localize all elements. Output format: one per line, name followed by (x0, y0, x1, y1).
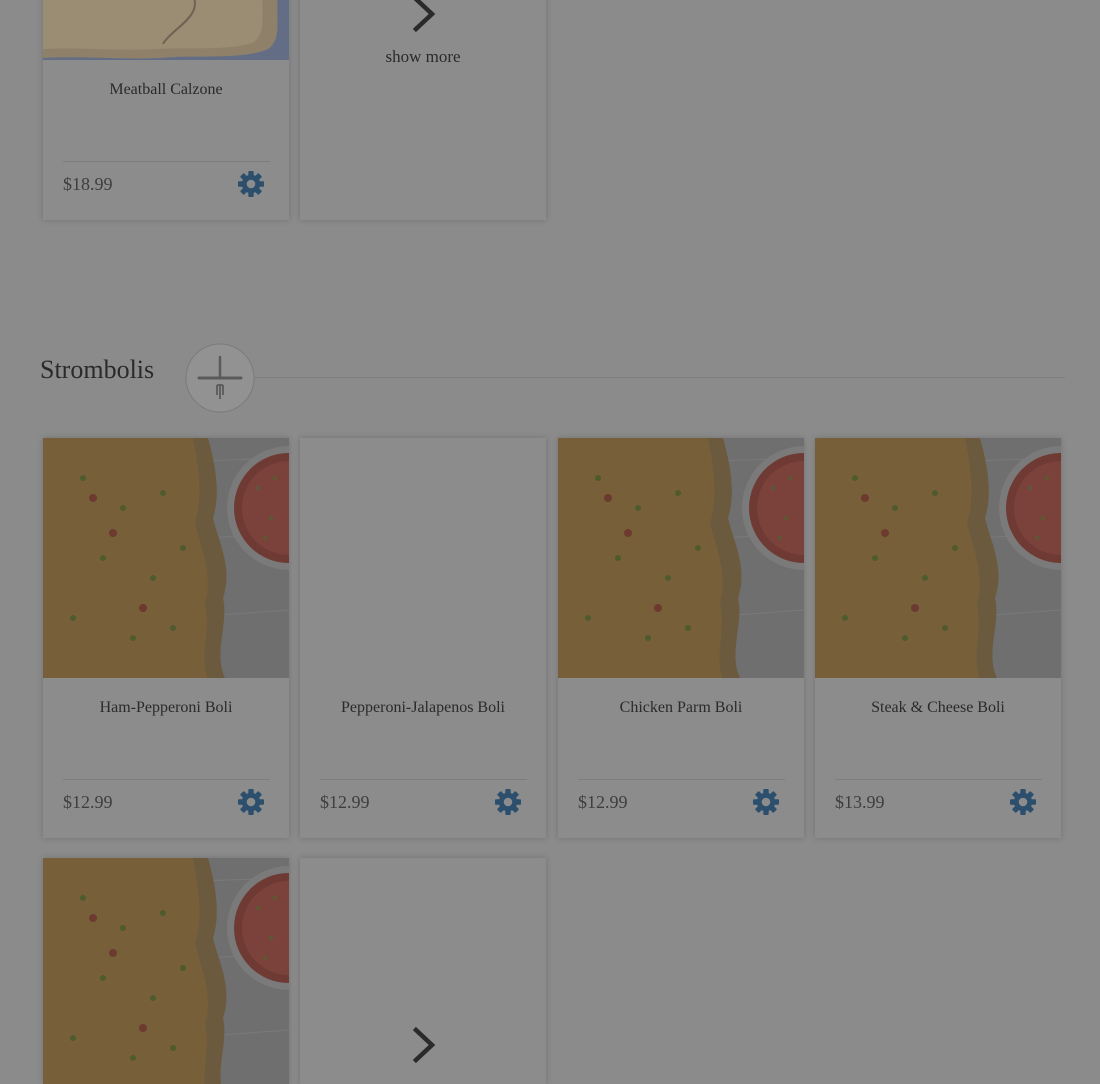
knife-fork-icon (185, 343, 255, 413)
stromboli-photo (43, 858, 289, 1084)
divider (578, 779, 785, 780)
menu-item-card[interactable]: Meatball Calzone $18.99 (43, 0, 289, 220)
section-divider (255, 377, 1065, 378)
show-more-label: show more (385, 47, 461, 66)
item-name: Pepperoni-Jalapenos Boli (341, 699, 505, 716)
divider (835, 779, 1042, 780)
menu-item-card[interactable]: Steak & Cheese Boli $13.99 (815, 438, 1061, 838)
menu-item-card[interactable]: Pepperoni-Jalapenos Boli $12.99 (300, 438, 546, 838)
divider (63, 161, 270, 162)
item-name: Meatball Calzone (109, 81, 223, 98)
show-more-card[interactable] (300, 858, 546, 1084)
chevron-right-icon (410, 1026, 440, 1064)
stromboli-photo (558, 438, 804, 678)
item-name: Steak & Cheese Boli (871, 699, 1005, 716)
chevron-right-icon (410, 0, 440, 33)
calzone-photo (43, 0, 289, 60)
item-price: $13.99 (835, 792, 885, 812)
gear-icon[interactable] (236, 169, 266, 199)
item-price: $18.99 (63, 174, 113, 194)
gear-icon[interactable] (751, 787, 781, 817)
item-name: Ham-Pepperoni Boli (99, 699, 233, 716)
stromboli-photo (815, 438, 1061, 678)
divider (320, 779, 527, 780)
stromboli-photo (43, 438, 289, 678)
item-price: $12.99 (320, 792, 370, 812)
menu-item-card[interactable] (43, 858, 289, 1084)
item-price: $12.99 (578, 792, 628, 812)
gear-icon[interactable] (1008, 787, 1038, 817)
divider (63, 779, 270, 780)
menu-item-card[interactable]: Ham-Pepperoni Boli $12.99 (43, 438, 289, 838)
item-price: $12.99 (63, 792, 113, 812)
section-title: Strombolis (40, 355, 155, 384)
menu-item-card[interactable]: Chicken Parm Boli $12.99 (558, 438, 804, 838)
item-name: Chicken Parm Boli (619, 699, 743, 716)
gear-icon[interactable] (236, 787, 266, 817)
gear-icon[interactable] (493, 787, 523, 817)
show-more-card[interactable]: show more (300, 0, 546, 220)
